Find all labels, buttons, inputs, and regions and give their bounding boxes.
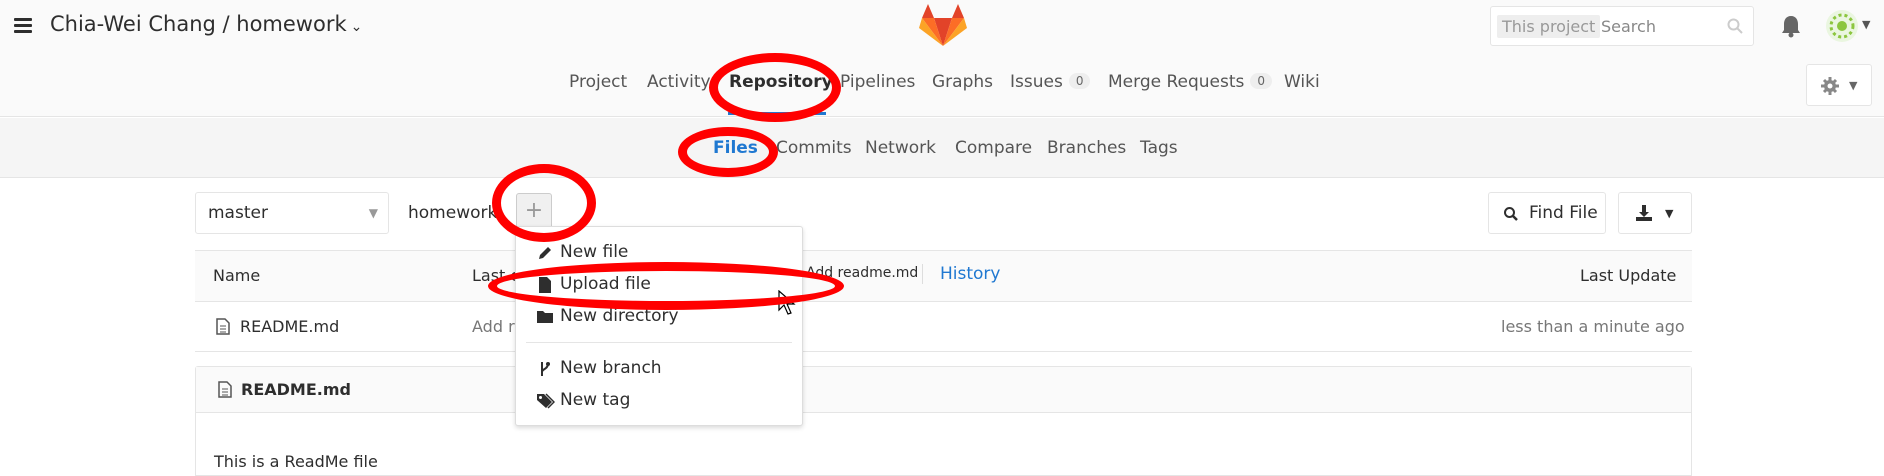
nav-merge-requests-label: Merge Requests [1108,72,1245,92]
nav-project[interactable]: Project [569,72,627,92]
pencil-icon [539,247,551,259]
subnav-commits[interactable]: Commits [776,138,852,158]
file-icon [539,277,551,293]
search-icon [1727,18,1743,34]
project-title[interactable]: Chia-Wei Chang / homework ⌄ [50,12,362,36]
search-scope-badge: This project [1497,15,1601,38]
tag-icon [537,393,555,409]
column-name: Name [213,266,261,285]
chevron-down-icon: ▼ [368,206,378,220]
readme-title: README.md [241,380,351,399]
find-file-label: Find File [1529,203,1598,223]
search-input[interactable]: Search [1601,17,1656,36]
chevron-down-icon: ⌄ [350,19,363,35]
add-dropdown-menu [515,226,803,426]
column-last-commit: Last c [472,266,520,285]
nav-issues-label: Issues [1010,72,1063,92]
nav-repository[interactable]: Repository [729,72,833,92]
nav-issues[interactable]: Issues 0 [1010,72,1091,92]
divider [922,264,923,284]
subnav-tags[interactable]: Tags [1140,138,1178,158]
download-dropdown-button[interactable]: ▼ [1618,192,1692,234]
last-commit-message[interactable]: Add readme.md [806,265,918,281]
avatar[interactable] [1826,10,1858,42]
branch-selector[interactable]: master ▼ [195,192,389,234]
column-last-update: Last Update [1580,266,1677,285]
download-icon [1636,205,1652,221]
subnav-branches[interactable]: Branches [1047,138,1126,158]
branch-name: master [208,203,268,223]
bell-icon[interactable] [1780,14,1802,38]
history-link[interactable]: History [940,264,1000,284]
menu-item-upload-file[interactable]: Upload file [560,274,651,294]
search-icon [1504,207,1518,221]
nav-pipelines[interactable]: Pipelines [840,72,915,92]
table-row [195,302,1692,352]
search-field[interactable]: This project Search [1490,6,1754,46]
readme-header [196,367,1691,413]
mouse-cursor-icon [778,290,796,315]
readme-content: This is a ReadMe file [214,452,378,471]
folder-icon [537,311,553,323]
caret-down-icon: ▼ [1849,79,1858,92]
file-commit-message[interactable]: Add r [472,317,515,336]
caret-down-icon: ▼ [1665,207,1674,220]
menu-item-new-directory[interactable]: New directory [560,306,679,326]
issues-count-badge: 0 [1068,73,1091,89]
find-file-button[interactable]: Find File [1488,192,1606,234]
settings-dropdown-button[interactable]: ▼ [1806,64,1872,106]
branch-icon [541,362,550,376]
hamburger-menu-icon[interactable] [14,18,32,34]
file-icon [216,318,230,335]
nav-merge-requests[interactable]: Merge Requests 0 [1108,72,1273,92]
breadcrumb[interactable]: homework [408,203,497,223]
file-icon [218,381,232,398]
subnav-compare[interactable]: Compare [955,138,1032,158]
menu-divider [526,342,792,343]
active-tab-indicator [728,112,826,115]
gear-icon [1821,77,1839,95]
project-path: Chia-Wei Chang / homework [50,12,347,36]
subnav-network[interactable]: Network [865,138,936,158]
menu-item-new-branch[interactable]: New branch [560,358,662,378]
file-last-update: less than a minute ago [1501,317,1685,336]
nav-activity[interactable]: Activity [647,72,711,92]
caret-down-icon[interactable]: ▼ [1862,18,1870,31]
menu-item-new-file[interactable]: New file [560,242,628,262]
merge-requests-count-badge: 0 [1250,73,1273,89]
menu-item-new-tag[interactable]: New tag [560,390,630,410]
subnav-files[interactable]: Files [713,138,758,158]
nav-graphs[interactable]: Graphs [932,72,993,92]
sub-navigation [0,118,1884,178]
nav-wiki[interactable]: Wiki [1284,72,1320,92]
file-name-link[interactable]: README.md [240,317,339,336]
gitlab-logo-icon[interactable] [918,2,968,48]
